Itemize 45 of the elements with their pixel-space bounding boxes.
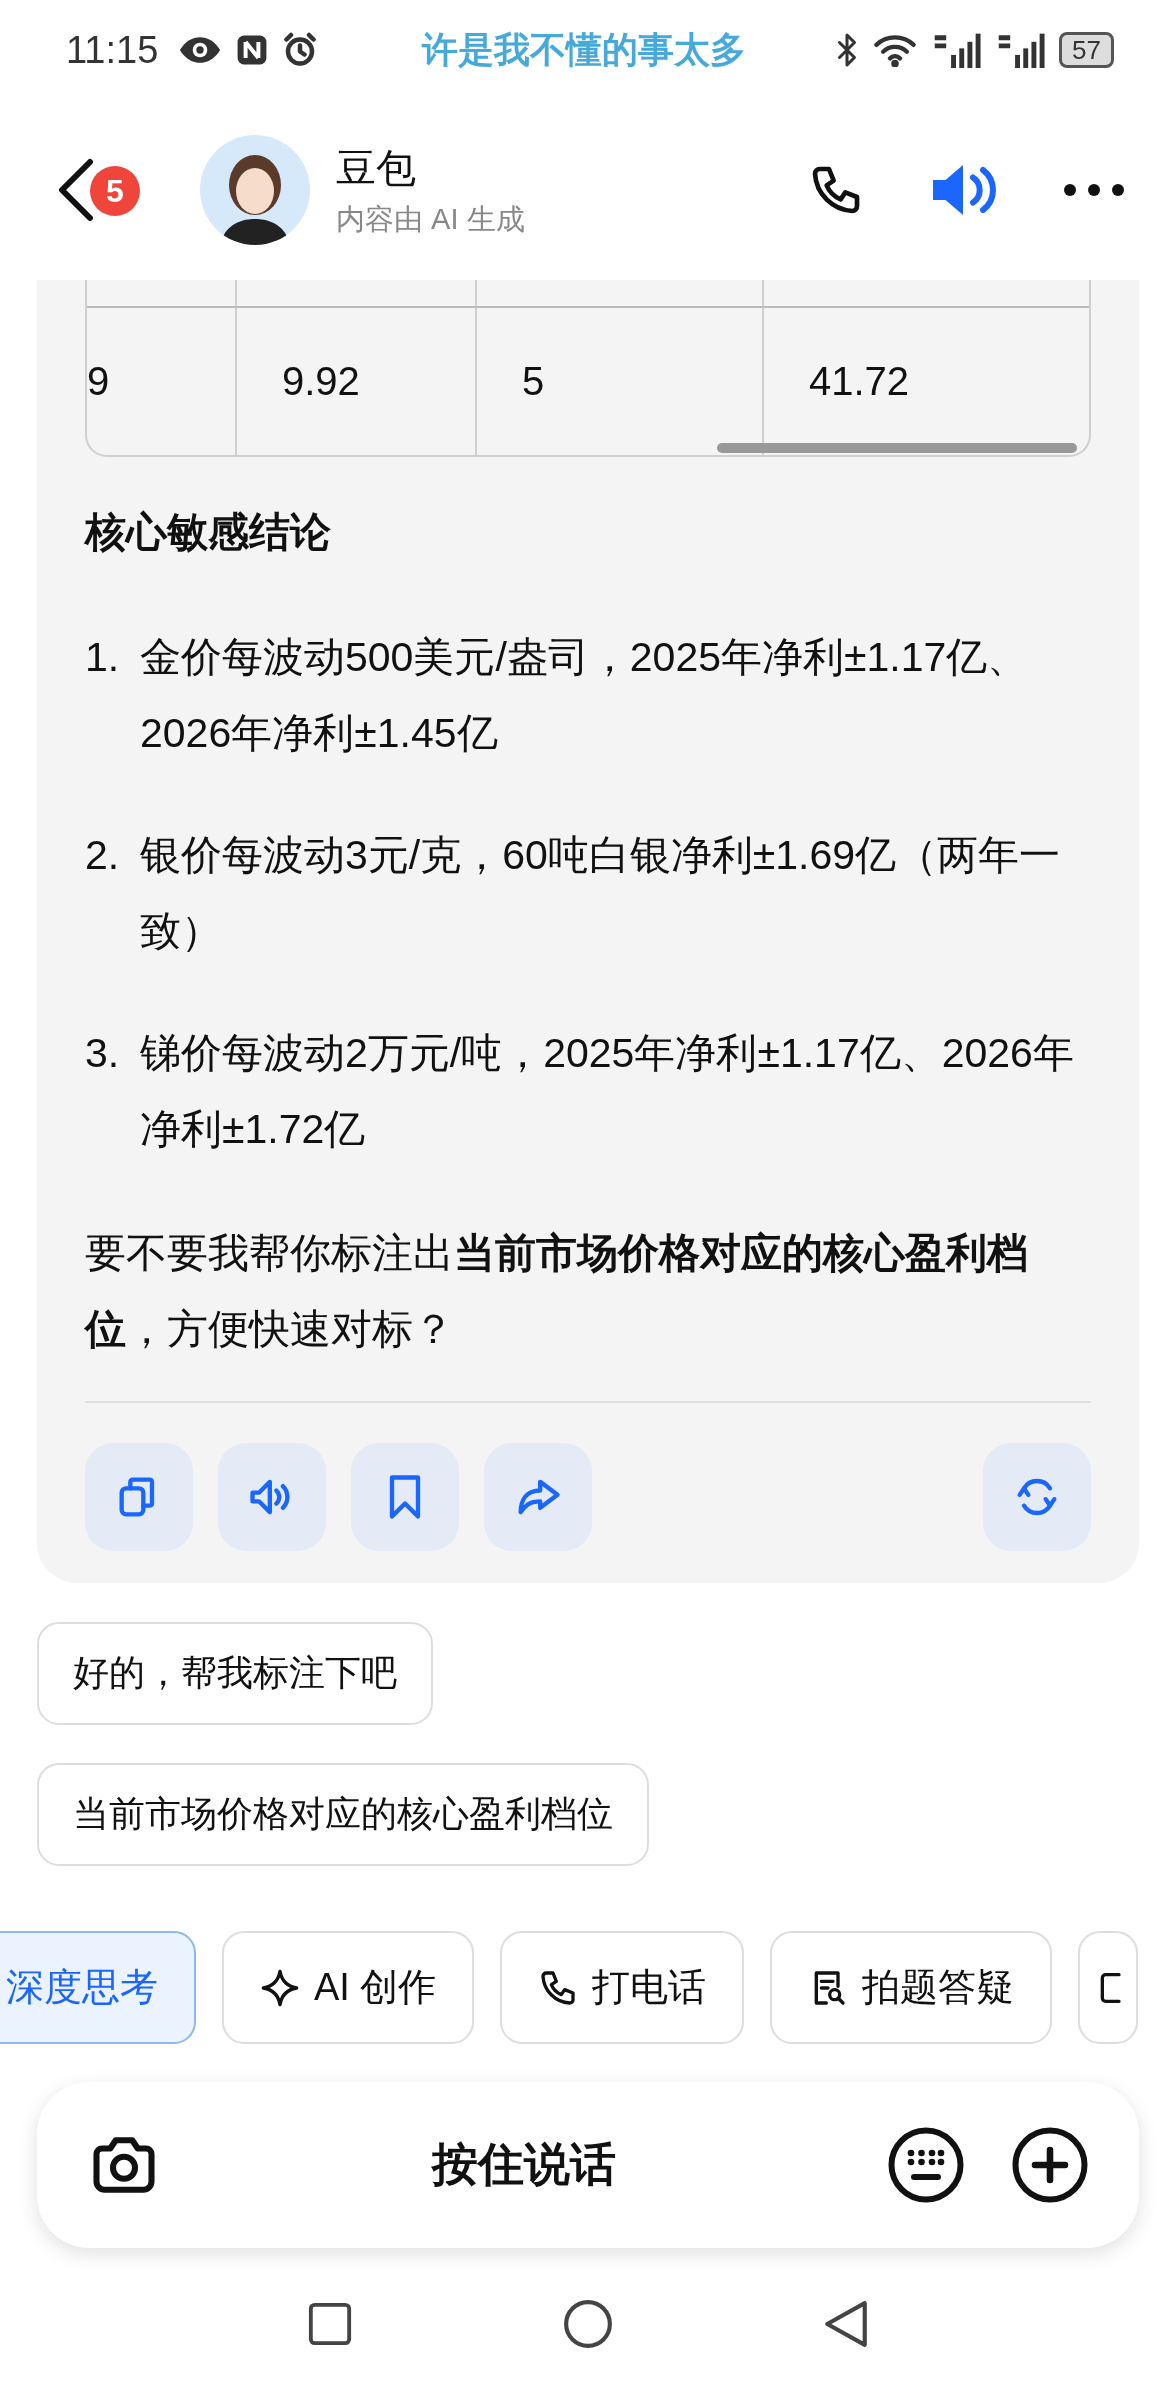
chat-subtitle: 内容由 AI 生成 xyxy=(336,201,525,237)
recent-apps-icon[interactable] xyxy=(307,2301,353,2347)
tool-chip[interactable]: 深度思考 xyxy=(0,1931,196,2044)
tool-chip[interactable] xyxy=(1078,1931,1139,2044)
table-cell: 9.92 xyxy=(282,359,360,404)
speak-button[interactable] xyxy=(218,1443,326,1551)
regenerate-button[interactable] xyxy=(983,1443,1091,1551)
status-ticker: 许是我不懂的事太多 xyxy=(422,27,747,72)
scrollbar-thumb[interactable] xyxy=(717,443,1077,453)
table-cell: 5 xyxy=(522,359,545,404)
tool-chip[interactable]: 打电话 xyxy=(500,1931,745,2044)
suggestion-chip[interactable]: 当前市场价格对应的核心盈利档位 xyxy=(37,1763,649,1866)
unread-badge: 5 xyxy=(90,166,140,216)
add-icon[interactable] xyxy=(1011,2126,1089,2204)
list-number: 3. xyxy=(85,1029,121,1078)
table-cell: 9 xyxy=(87,359,110,404)
list-number: 1. xyxy=(85,633,121,682)
back-icon[interactable] xyxy=(823,2299,869,2349)
hold-to-talk-label: 按住说话 xyxy=(430,2137,617,2192)
list-text: 金价每波动500美元/盎司，2025年净利±1.17亿、2026年净利±1.45亿 xyxy=(140,633,1030,758)
wifi-icon xyxy=(873,33,918,67)
list-number: 2. xyxy=(85,831,121,880)
bookmark-button[interactable] xyxy=(351,1443,459,1551)
copy-button[interactable] xyxy=(85,1443,193,1551)
back-icon[interactable] xyxy=(56,158,96,222)
status-time: 11:15 xyxy=(66,28,159,72)
table-cell: 41.72 xyxy=(809,359,910,404)
section-heading: 核心敏感结论 xyxy=(85,508,332,557)
battery-level: 57 xyxy=(1059,32,1114,68)
nfc-icon xyxy=(236,33,269,67)
list-text: 锑价每波动2万元/吨，2025年净利±1.17亿、2026年净利±1.72亿 xyxy=(140,1029,1075,1154)
tool-chip[interactable]: 拍题答疑 xyxy=(770,1931,1053,2044)
chat-name: 豆包 xyxy=(336,144,417,192)
list-text: 银价每波动3元/克，60吨白银净利±1.69亿（两年一致） xyxy=(140,831,1062,956)
more-icon[interactable] xyxy=(1062,182,1126,198)
share-button[interactable] xyxy=(484,1443,592,1551)
alarm-icon xyxy=(282,32,319,68)
keyboard-icon[interactable] xyxy=(887,2126,965,2204)
sparkle-icon xyxy=(260,1967,300,2008)
eye-icon xyxy=(178,35,223,65)
tool-chip[interactable]: AI 创作 xyxy=(222,1931,475,2044)
closing-paragraph: 要不要我帮你标注出当前市场价格对应的核心盈利档位，方便快速对标？ xyxy=(85,1229,1029,1354)
home-icon[interactable] xyxy=(563,2299,613,2349)
voice-input-bar[interactable]: 按住说话 xyxy=(37,2082,1139,2248)
suggestion-chip[interactable]: 好的，帮我标注下吧 xyxy=(37,1622,433,1725)
